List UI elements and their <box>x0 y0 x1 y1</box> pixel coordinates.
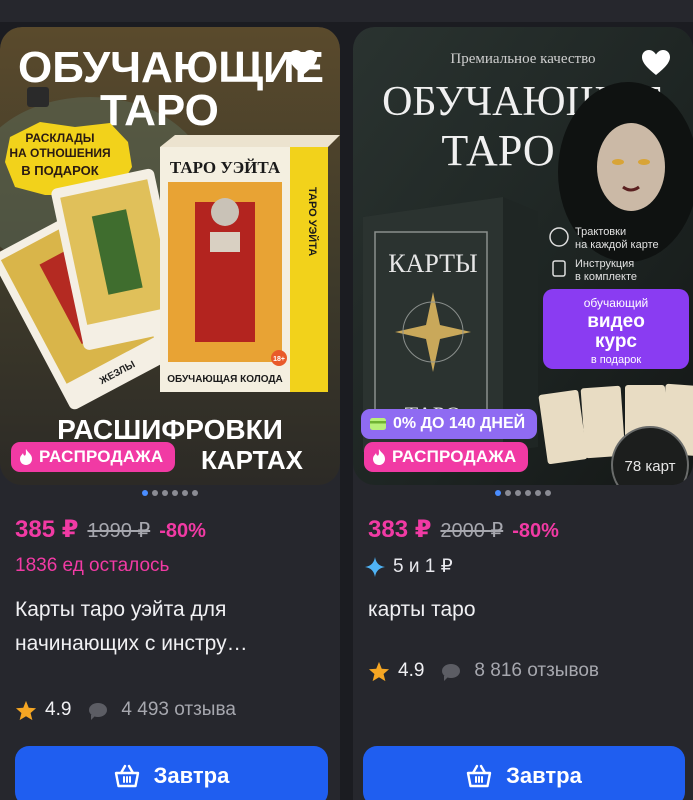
sale-badge: РАСПРОДАЖА <box>11 442 176 472</box>
delivery-button[interactable]: Завтра <box>363 746 685 800</box>
pager-dot <box>515 490 521 496</box>
image-pager-dots <box>0 490 340 496</box>
promo-line2: видео <box>587 311 645 332</box>
box2-title: КАРТЫ <box>388 249 477 278</box>
img1-bottom-line2: КАРТАХ <box>201 445 304 475</box>
sale-badge-label: РАСПРОДАЖА <box>39 447 164 466</box>
heart-icon <box>642 49 670 75</box>
discount: -80% <box>512 520 559 542</box>
gift-line1: РАСКЛАДЫ <box>25 131 94 145</box>
pager-dot <box>142 490 148 496</box>
reviews-count: 8 816 отзывов <box>474 660 600 681</box>
feature1-line2: на каждой карте <box>575 239 659 251</box>
gift-line2: НА ОТНОШЕНИЯ <box>9 146 110 160</box>
age-badge: 18+ <box>273 356 285 363</box>
basket-icon <box>466 764 492 788</box>
pager-dot <box>545 490 551 496</box>
price-row: 383 ₽ 2000 ₽ -80% <box>368 515 559 544</box>
video-course-promo: обучающий видео курс в подарок <box>543 289 689 369</box>
img2-top-text: Премиальное качество <box>450 51 595 67</box>
star-icon <box>15 700 37 720</box>
img1-bottom-line1: РАСШИФРОВКИ <box>57 414 283 445</box>
heart-icon <box>289 49 317 75</box>
credit-badge: 0% ДО 140 ДНЕЙ <box>361 409 538 439</box>
current-price: 385 ₽ <box>15 516 79 543</box>
old-price: 2000 ₽ <box>440 520 504 542</box>
pager-dot <box>535 490 541 496</box>
feature1-line1: Трактовки <box>575 226 626 238</box>
star-icon <box>368 661 390 681</box>
pager-dot <box>495 490 501 496</box>
rating-score: 4.9 <box>45 699 72 720</box>
flame-icon <box>373 449 385 465</box>
feature2-line2: в комплекте <box>575 271 637 283</box>
product-image-1[interactable]: ОБУЧАЮЩИЕ ТАРО РАСКЛАДЫ НА ОТНОШЕНИЯ В П… <box>0 27 340 485</box>
sparkle-icon <box>365 556 385 577</box>
product-card-2[interactable]: Премиальное качество ОБУЧАЮЩИЕ ТАРО КАРТ… <box>353 27 693 800</box>
box-bottom: ОБУЧАЮЩАЯ КОЛОДА <box>167 374 283 385</box>
pager-dot <box>505 490 511 496</box>
bonus-row: 5 и 1 ₽ <box>365 555 453 578</box>
product-image-2[interactable]: Премиальное качество ОБУЧАЮЩИЕ ТАРО КАРТ… <box>353 27 693 485</box>
rating-row: 4.9 4 493 отзыва <box>15 699 236 721</box>
promo-line4: в подарок <box>591 354 642 366</box>
favorite-button[interactable] <box>284 43 322 81</box>
product-title[interactable]: карты таро <box>368 593 678 627</box>
sale-badge: РАСПРОДАЖА <box>364 442 529 472</box>
count-text: 78 карт <box>625 458 676 475</box>
product-title[interactable]: Карты таро уэйта для начинающих с инстру… <box>15 593 325 661</box>
rating-row: 4.9 8 816 отзывов <box>368 660 599 682</box>
card-icon <box>370 418 386 430</box>
discount: -80% <box>159 520 206 542</box>
top-bar <box>0 0 693 22</box>
reviews-bubble-icon <box>442 664 461 681</box>
pager-dot <box>152 490 158 496</box>
gift-icon <box>27 87 49 107</box>
img1-headline: ОБУЧАЮЩИЕ <box>18 43 324 92</box>
pager-dot <box>172 490 178 496</box>
reviews-count: 4 493 отзыва <box>121 699 236 720</box>
pager-dot <box>162 490 168 496</box>
image-pager-dots <box>353 490 693 496</box>
reviews-bubble-icon <box>89 703 108 720</box>
img2-headline2: ТАРО <box>441 126 554 175</box>
promo-line1: обучающий <box>584 296 649 310</box>
feature2-line1: Инструкция <box>575 258 634 270</box>
box-side: ТАРО УЭЙТА <box>306 187 319 256</box>
delivery-button-label: Завтра <box>153 763 230 788</box>
old-price: 1990 ₽ <box>87 520 151 542</box>
credit-badge-label: 0% ДО 140 ДНЕЙ <box>393 415 526 432</box>
favorite-button[interactable] <box>637 43 675 81</box>
rating-score: 4.9 <box>398 660 425 681</box>
current-price: 383 ₽ <box>368 516 432 543</box>
delivery-button-label: Завтра <box>506 763 582 788</box>
bonus-text: 5 и 1 ₽ <box>393 556 453 577</box>
product-card-1[interactable]: ОБУЧАЮЩИЕ ТАРО РАСКЛАДЫ НА ОТНОШЕНИЯ В П… <box>0 27 340 800</box>
gift-line3: В ПОДАРОК <box>21 163 99 178</box>
sale-badge-label: РАСПРОДАЖА <box>392 447 517 466</box>
promo-line3: курс <box>595 331 637 352</box>
basket-icon <box>114 764 139 788</box>
product-photo-1: ОБУЧАЮЩИЕ ТАРО РАСКЛАДЫ НА ОТНОШЕНИЯ В П… <box>0 27 340 485</box>
price-row: 385 ₽ 1990 ₽ -80% <box>15 515 206 544</box>
img1-headline2: ТАРО <box>100 86 219 135</box>
pager-dot <box>182 490 188 496</box>
pager-dot <box>192 490 198 496</box>
tarot-box: ТАРО УЭЙТА ОБУЧАЮЩАЯ КОЛОДА ТАРО УЭЙТА 1… <box>160 135 340 392</box>
pager-dot <box>525 490 531 496</box>
box-title: ТАРО УЭЙТА <box>170 158 281 177</box>
delivery-button[interactable]: Завтра <box>15 746 328 800</box>
flame-icon <box>20 449 32 465</box>
stock-remaining: 1836 ед осталось <box>15 555 170 576</box>
